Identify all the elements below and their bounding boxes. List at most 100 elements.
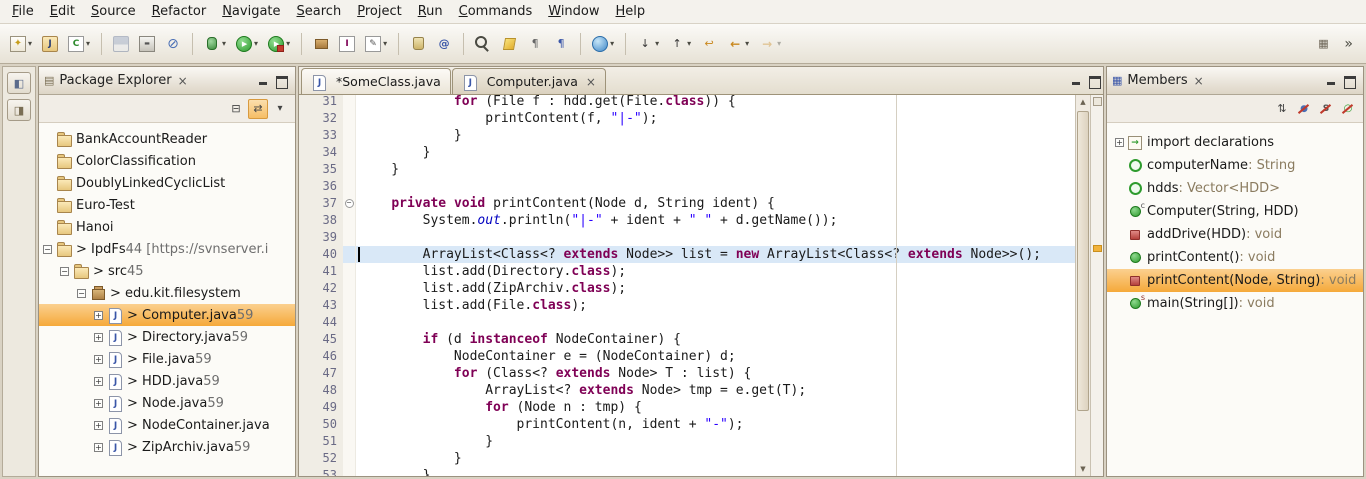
run-button[interactable]: ▾: [232, 31, 262, 57]
code-text[interactable]: [356, 229, 1075, 246]
tree-item-edu-kit-filesystem[interactable]: −> edu.kit.filesystem: [39, 282, 295, 304]
last-edit-location-button[interactable]: [697, 31, 721, 57]
member-printcontent[interactable]: printContent() : void: [1107, 246, 1363, 269]
menu-project[interactable]: Project: [349, 1, 410, 22]
code-text[interactable]: list.add(Directory.class);: [356, 263, 1075, 280]
minimize-editor-button[interactable]: [1068, 74, 1084, 88]
skip-all-breakpoints-button[interactable]: [161, 31, 185, 57]
menu-refactor[interactable]: Refactor: [144, 1, 215, 22]
collapse-icon[interactable]: −: [60, 267, 69, 276]
menu-window[interactable]: Window: [540, 1, 607, 22]
member-adddrive-hdd[interactable]: addDrive(HDD) : void: [1107, 223, 1363, 246]
print-file-button[interactable]: [135, 31, 159, 57]
tree-item-bankaccountreader[interactable]: BankAccountReader: [39, 128, 295, 150]
code-text[interactable]: private void printContent(Node d, String…: [356, 195, 1075, 212]
occurrence-marker[interactable]: [1093, 245, 1102, 252]
member-main-string[interactable]: main(String[]) : void: [1107, 292, 1363, 315]
expand-icon[interactable]: +: [94, 443, 103, 452]
code-text[interactable]: printContent(f, "|-");: [356, 110, 1075, 127]
tree-item-hanoi[interactable]: Hanoi: [39, 216, 295, 238]
members-view-tab[interactable]: Members ×: [1107, 67, 1363, 95]
debug-button[interactable]: ▾: [200, 31, 230, 57]
tree-item-ziparchiv-java[interactable]: +> ZipArchiv.java 59: [39, 436, 295, 458]
expand-icon[interactable]: +: [94, 399, 103, 408]
show-whitespace-button[interactable]: [523, 31, 547, 57]
scroll-up-icon[interactable]: ▲: [1076, 95, 1090, 109]
sort-members-button[interactable]: [1272, 99, 1292, 119]
toolbar-overflow-button[interactable]: »: [1336, 36, 1361, 52]
new-snippet-button[interactable]: ▾: [361, 31, 391, 57]
member-computername[interactable]: computerName : String: [1107, 154, 1363, 177]
collapse-all-button[interactable]: [226, 99, 246, 119]
minimize-view-button[interactable]: [1323, 74, 1339, 88]
new-interface-button[interactable]: [335, 31, 359, 57]
editor-tab-someclass-java[interactable]: *SomeClass.java: [301, 68, 451, 94]
new-package-button[interactable]: [309, 31, 333, 57]
previous-annotation-button[interactable]: ▾: [665, 31, 695, 57]
tree-item-node-java[interactable]: +> Node.java 59: [39, 392, 295, 414]
expand-icon[interactable]: +: [94, 421, 103, 430]
code-text[interactable]: ArrayList<Class<? extends Node>> list = …: [356, 246, 1075, 263]
collapse-icon[interactable]: −: [77, 289, 86, 298]
hide-static-members-button[interactable]: [1316, 99, 1336, 119]
menu-search[interactable]: Search: [289, 1, 350, 22]
tree-item-euro-test[interactable]: Euro-Test: [39, 194, 295, 216]
scroll-down-icon[interactable]: ▼: [1076, 462, 1090, 476]
tree-item-file-java[interactable]: +> File.java 59: [39, 348, 295, 370]
code-text[interactable]: for (Node n : tmp) {: [356, 399, 1075, 416]
new-java-project-button[interactable]: [38, 31, 62, 57]
show-view-button[interactable]: [7, 99, 31, 121]
link-with-editor-button[interactable]: [248, 99, 268, 119]
maximize-view-button[interactable]: [1342, 74, 1358, 88]
scrollbar-thumb[interactable]: [1077, 111, 1089, 411]
new-java-class-button[interactable]: ▾: [64, 31, 94, 57]
javadoc-wizard-button[interactable]: [432, 31, 456, 57]
code-text[interactable]: }: [356, 433, 1075, 450]
web-browser-button[interactable]: ▾: [588, 31, 618, 57]
hide-fields-button[interactable]: [1294, 99, 1314, 119]
tree-item-nodecontainer-java[interactable]: +> NodeContainer.java: [39, 414, 295, 436]
code-text[interactable]: System.out.println("|-" + ident + " " + …: [356, 212, 1075, 229]
search-button[interactable]: [471, 31, 495, 57]
menu-source[interactable]: Source: [83, 1, 144, 22]
tree-item-src[interactable]: −> src 45: [39, 260, 295, 282]
maximize-view-button[interactable]: [274, 74, 290, 88]
maximize-editor-button[interactable]: [1087, 74, 1103, 88]
tree-item-directory-java[interactable]: +> Directory.java 59: [39, 326, 295, 348]
close-view-icon[interactable]: ×: [178, 74, 188, 88]
expand-icon[interactable]: +: [94, 311, 103, 320]
package-explorer-view-tab[interactable]: Package Explorer ×: [39, 67, 295, 95]
code-text[interactable]: ArrayList<? extends Node> tmp = e.get(T)…: [356, 382, 1075, 399]
next-annotation-button[interactable]: ▾: [633, 31, 663, 57]
format-paragraph-button[interactable]: [549, 31, 573, 57]
menu-commands[interactable]: Commands: [451, 1, 541, 22]
view-menu-button[interactable]: [270, 99, 290, 119]
minimize-view-button[interactable]: [255, 74, 271, 88]
code-text[interactable]: for (Class<? extends Node> T : list) {: [356, 365, 1075, 382]
code-text[interactable]: }: [356, 467, 1075, 476]
editor-tab-computer-java[interactable]: Computer.java×: [452, 68, 606, 94]
code-text[interactable]: printContent(n, ident + "-");: [356, 416, 1075, 433]
code-text[interactable]: }: [356, 127, 1075, 144]
forward-button[interactable]: ▾: [755, 31, 785, 57]
code-text[interactable]: for (File f : hdd.get(File.class)) {: [356, 95, 1075, 110]
expand-icon[interactable]: +: [94, 355, 103, 364]
save-file-button[interactable]: [109, 31, 133, 57]
member-computer-string-hdd[interactable]: Computer(String, HDD): [1107, 200, 1363, 223]
member-printcontent-node-string[interactable]: printContent(Node, String) : void: [1107, 269, 1363, 292]
expand-icon[interactable]: +: [94, 377, 103, 386]
restore-views-button[interactable]: [7, 72, 31, 94]
collapse-icon[interactable]: −: [43, 245, 52, 254]
member-hdds[interactable]: hdds : Vector<HDD>: [1107, 177, 1363, 200]
code-text[interactable]: [356, 178, 1075, 195]
editor-scrollbar[interactable]: ▲ ▼: [1075, 95, 1090, 476]
back-button[interactable]: ▾: [723, 31, 753, 57]
expand-icon[interactable]: +: [1115, 138, 1124, 147]
expand-icon[interactable]: +: [94, 333, 103, 342]
menu-edit[interactable]: Edit: [42, 1, 83, 22]
menu-help[interactable]: Help: [608, 1, 654, 22]
menu-navigate[interactable]: Navigate: [214, 1, 288, 22]
collapse-region-icon[interactable]: −: [345, 199, 354, 208]
code-text[interactable]: list.add(File.class);: [356, 297, 1075, 314]
tree-item-ipdfs[interactable]: −> IpdFs 44 [https://svnserver.i: [39, 238, 295, 260]
